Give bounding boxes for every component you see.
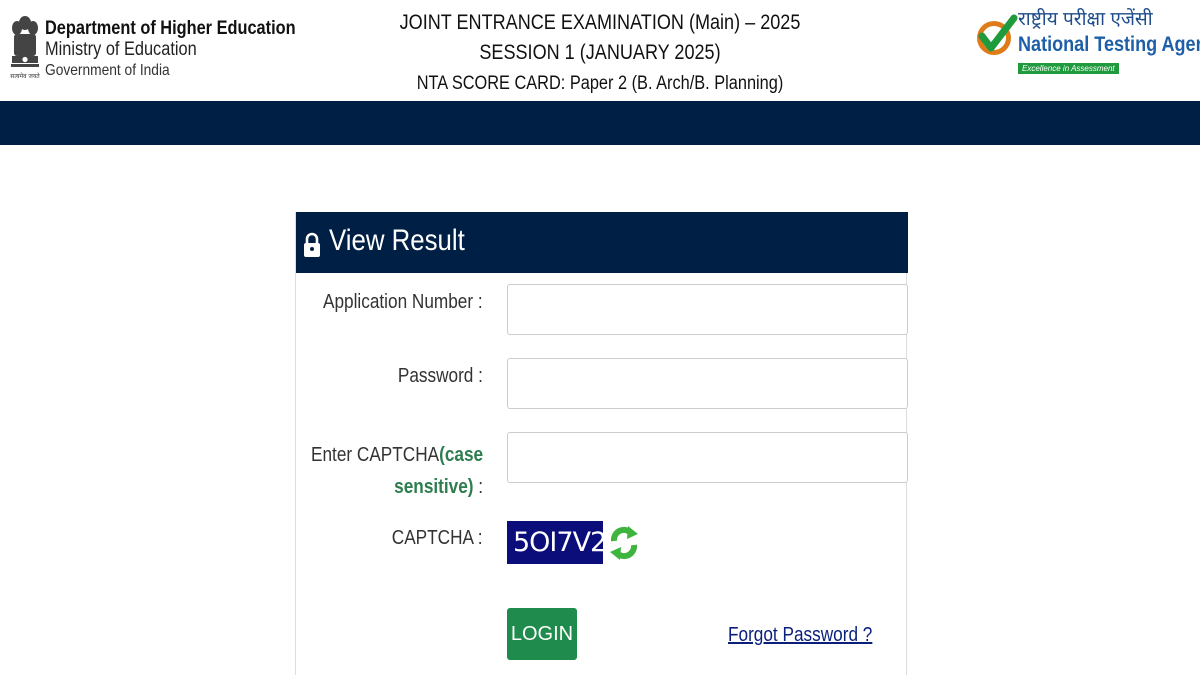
panel-header: View Result [296,212,908,273]
exam-title-line1: JOINT ENTRANCE EXAMINATION (Main) – 2025 [399,11,801,34]
national-emblem-icon: सत्यमेव जयते [10,16,40,80]
nta-tagline: Excellence in Assessment [1018,63,1119,74]
password-input[interactable] [507,358,908,409]
captcha-input-label: Enter CAPTCHA(case sensitive) : [310,444,483,498]
panel-title: View Result [329,224,465,257]
login-button[interactable]: LOGIN [507,608,577,660]
site-header: सत्यमेव जयते Department of Higher Educat… [0,0,1200,101]
exam-title-line2: SESSION 1 (JANUARY 2025) [479,41,721,64]
nta-brand-block: राष्ट्रीय परीक्षा एजेंसी National Testin… [1018,8,1200,76]
captcha-image: 5OI7V2 [507,521,607,564]
captcha-label: CAPTCHA : [392,527,483,549]
nta-english-name: National Testing Agency [1018,33,1200,56]
nta-hindi-name: राष्ट्रीय परीक्षा एजेंसी [1018,9,1153,30]
forgot-password-link[interactable]: Forgot Password ? [728,624,872,647]
captcha-input[interactable] [507,432,908,483]
application-number-label: Application Number : [323,291,483,313]
lock-icon [304,232,320,257]
refresh-icon[interactable] [608,521,640,563]
nta-checkmark-logo-icon [977,14,1018,55]
application-number-input[interactable] [507,284,908,335]
exam-title-block: JOINT ENTRANCE EXAMINATION (Main) – 2025… [300,8,900,100]
department-name: Department of Higher Education [45,18,296,39]
government-name: Government of India [45,62,170,79]
exam-title-line3: NTA SCORE CARD: Paper 2 (B. Arch/B. Plan… [416,73,784,94]
password-label: Password : [397,365,483,387]
department-block: Department of Higher Education Ministry … [45,18,296,81]
ministry-name: Ministry of Education [45,39,197,60]
svg-text:सत्यमेव जयते: सत्यमेव जयते [10,72,40,80]
navigation-bar [0,101,1200,145]
view-result-panel: View Result Application Number : Passwor… [295,212,908,675]
